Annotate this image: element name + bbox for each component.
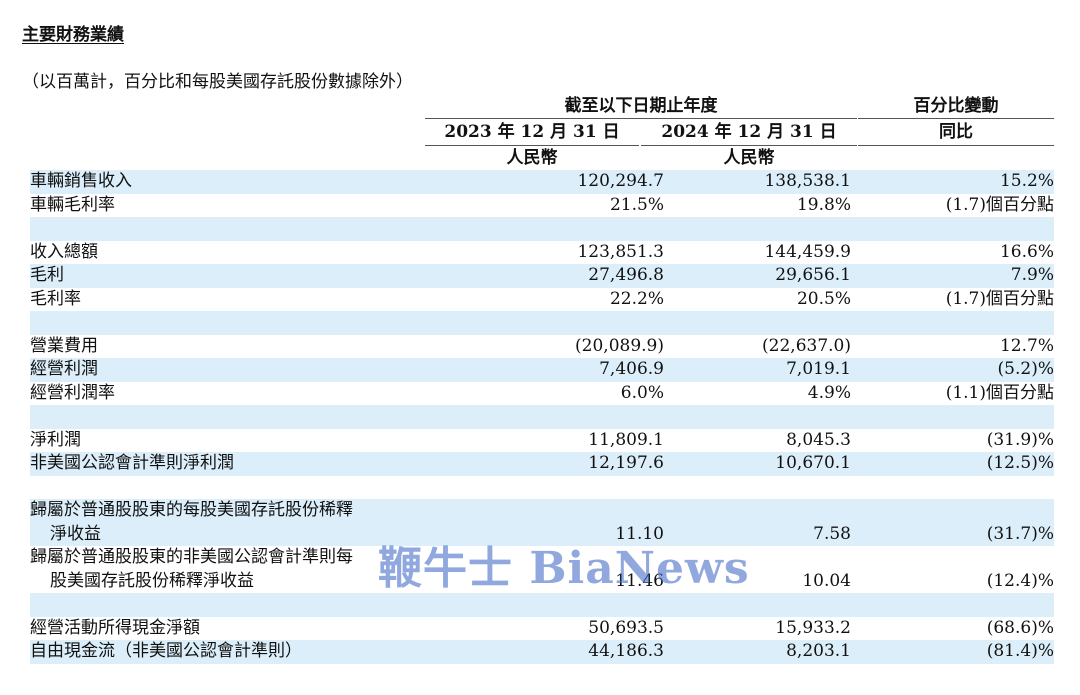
watermark: 鞭牛士 BiaNews bbox=[378, 543, 750, 594]
value-yoy-change: (1.7)個百分點 bbox=[945, 194, 1054, 215]
value-yoy-change: (68.6)% bbox=[986, 617, 1054, 638]
header-rule-period bbox=[425, 118, 857, 119]
value-yoy-change: (5.2)% bbox=[997, 359, 1054, 379]
row-label: 歸屬於普通股股東的每股美國存託股份稀釋 bbox=[30, 500, 353, 520]
table-row bbox=[30, 217, 1054, 241]
value-2024: 7.58 bbox=[813, 523, 851, 544]
row-label: 非美國公認會計準則淨利潤 bbox=[30, 453, 234, 473]
value-2024: 138,538.1 bbox=[764, 171, 851, 191]
table-row: 車輛銷售收入 120,294.7 138,538.1 15.2% bbox=[30, 170, 1054, 194]
value-yoy-change: 7.9% bbox=[1010, 265, 1054, 285]
table-row: 非美國公認會計準則淨利潤 12,197.6 10,670.1 (12.5)% bbox=[30, 452, 1054, 476]
value-2023: 27,496.8 bbox=[588, 265, 664, 285]
table-row: 經營活動所得現金淨額 50,693.5 15,933.2 (68.6)% bbox=[30, 617, 1054, 641]
column-header-2023: 2023 年 12 月 31 日 bbox=[444, 122, 620, 142]
table-row: 經營利潤率 6.0% 4.9% (1.1)個百分點 bbox=[30, 382, 1054, 406]
table-row: 歸屬於普通股股東的每股美國存託股份稀釋 bbox=[30, 499, 1054, 523]
row-label: 車輛銷售收入 bbox=[30, 171, 132, 191]
value-yoy-change: (12.5)% bbox=[986, 453, 1054, 473]
currency-2023: 人民幣 bbox=[506, 148, 558, 168]
table-row: 經營利潤 7,406.9 7,019.1 (5.2)% bbox=[30, 358, 1054, 382]
row-label: 淨收益 bbox=[50, 523, 101, 544]
column-header-2024: 2024 年 12 月 31 日 bbox=[661, 122, 837, 142]
value-yoy-change: 16.6% bbox=[999, 241, 1054, 262]
value-yoy-change: (1.1)個百分點 bbox=[945, 382, 1054, 403]
row-label: 營業費用 bbox=[30, 335, 98, 356]
units-note: （以百萬計，百分比和每股美國存託股份數據除外） bbox=[22, 72, 413, 92]
table-row: 毛利 27,496.8 29,656.1 7.9% bbox=[30, 264, 1054, 288]
value-2024: 144,459.9 bbox=[764, 241, 851, 262]
value-2023: 44,186.3 bbox=[588, 641, 664, 661]
row-label: 股美國存託股份稀釋淨收益 bbox=[50, 570, 254, 591]
value-yoy-change: 15.2% bbox=[999, 171, 1054, 191]
table-row bbox=[30, 593, 1054, 617]
row-label: 經營利潤 bbox=[30, 359, 98, 379]
value-2024: 7,019.1 bbox=[786, 359, 851, 379]
value-yoy-change: (31.7)% bbox=[986, 523, 1054, 544]
row-label: 自由現金流（非美國公認會計準則） bbox=[30, 641, 302, 661]
value-2024: (22,637.0) bbox=[762, 335, 851, 356]
value-2024: 4.9% bbox=[807, 382, 851, 403]
value-2024: 20.5% bbox=[796, 288, 851, 309]
column-header-yoy: 同比 bbox=[939, 122, 973, 142]
table-row bbox=[30, 476, 1054, 500]
value-2024: 15,933.2 bbox=[775, 617, 851, 638]
row-label: 經營活動所得現金淨額 bbox=[30, 617, 200, 638]
value-yoy-change: (1.7)個百分點 bbox=[945, 288, 1054, 309]
value-2023: 123,851.3 bbox=[577, 241, 664, 262]
row-label: 毛利率 bbox=[30, 288, 81, 309]
table-row: 自由現金流（非美國公認會計準則） 44,186.3 8,203.1 (81.4)% bbox=[30, 640, 1054, 664]
header-rule-change bbox=[858, 118, 1054, 119]
header-change-group: 百分比變動 bbox=[913, 96, 999, 116]
value-2024: 29,656.1 bbox=[775, 265, 851, 285]
table-row bbox=[30, 311, 1054, 335]
table-row: 毛利率 22.2% 20.5% (1.7)個百分點 bbox=[30, 288, 1054, 312]
table-row: 營業費用 (20,089.9) (22,637.0) 12.7% bbox=[30, 335, 1054, 359]
value-2023: 50,693.5 bbox=[588, 617, 664, 638]
section-title: 主要財務業績 bbox=[22, 25, 124, 45]
header-period-group: 截至以下日期止年度 bbox=[564, 96, 718, 116]
row-label: 收入總額 bbox=[30, 241, 98, 262]
value-2023: (20,089.9) bbox=[575, 335, 664, 356]
table-row: 車輛毛利率 21.5% 19.8% (1.7)個百分點 bbox=[30, 194, 1054, 218]
value-2024: 19.8% bbox=[796, 194, 851, 215]
currency-2024: 人民幣 bbox=[723, 148, 775, 168]
table-row: 收入總額 123,851.3 144,459.9 16.6% bbox=[30, 241, 1054, 265]
value-2023: 6.0% bbox=[620, 382, 664, 403]
value-yoy-change: (31.9)% bbox=[986, 429, 1054, 450]
value-2024: 8,203.1 bbox=[786, 641, 851, 661]
row-label: 歸屬於普通股股東的非美國公認會計準則每 bbox=[30, 547, 353, 567]
value-2023: 11,809.1 bbox=[588, 429, 664, 450]
row-label: 淨利潤 bbox=[30, 429, 81, 450]
value-yoy-change: (12.4)% bbox=[986, 570, 1054, 591]
value-2024: 8,045.3 bbox=[786, 429, 851, 450]
value-yoy-change: 12.7% bbox=[999, 335, 1054, 356]
value-2023: 21.5% bbox=[609, 194, 664, 215]
column-rule-yoy bbox=[858, 145, 1054, 146]
table-row: 淨利潤 11,809.1 8,045.3 (31.9)% bbox=[30, 429, 1054, 453]
row-label: 經營利潤率 bbox=[30, 382, 115, 403]
value-2024: 10.04 bbox=[802, 570, 851, 591]
value-2024: 10,670.1 bbox=[775, 453, 851, 473]
value-yoy-change: (81.4)% bbox=[986, 641, 1054, 661]
row-label: 車輛毛利率 bbox=[30, 194, 115, 215]
table-row bbox=[30, 405, 1054, 429]
value-2023: 22.2% bbox=[609, 288, 664, 309]
value-2023: 7,406.9 bbox=[599, 359, 664, 379]
value-2023: 12,197.6 bbox=[588, 453, 664, 473]
value-2023: 120,294.7 bbox=[577, 171, 664, 191]
row-label: 毛利 bbox=[30, 265, 64, 285]
